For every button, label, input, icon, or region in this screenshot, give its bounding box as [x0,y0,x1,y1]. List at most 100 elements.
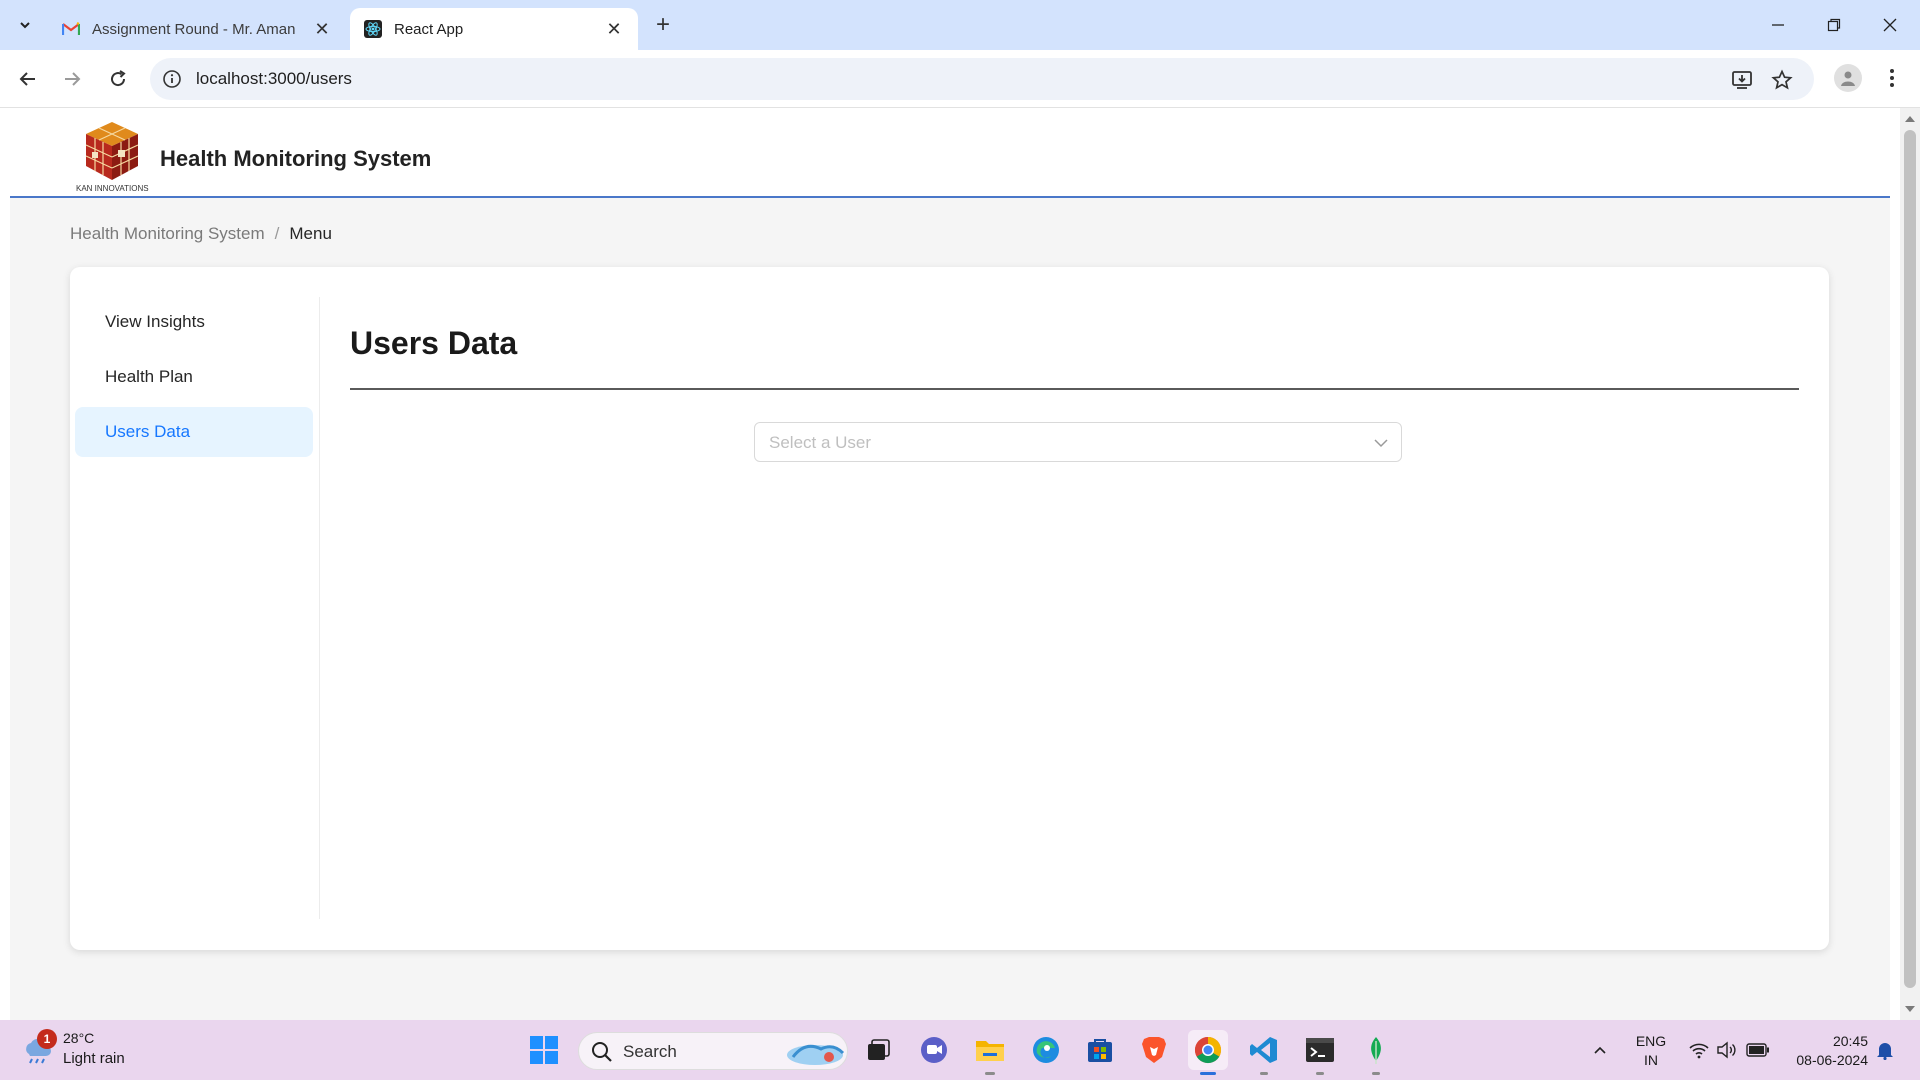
cube-logo-icon [85,122,139,180]
sidebar-item-label: View Insights [105,312,205,331]
breadcrumb-current: Menu [289,224,332,243]
scroll-down-icon[interactable] [1905,1006,1915,1012]
running-indicator [1372,1072,1380,1075]
browser-tab-react-app[interactable]: React App ✕ [350,8,638,50]
tab-search-button[interactable] [12,12,38,38]
main-panel: Users Data Select a User [350,297,1799,919]
volume-icon[interactable] [1714,1020,1740,1080]
wifi-icon[interactable] [1686,1020,1712,1080]
sidebar-menu: View Insights Health Plan Users Data [70,297,320,919]
windows-taskbar: 1 28°C Light rain Search ENG IN 20:45 08… [0,1020,1920,1080]
avatar-icon [1841,71,1855,86]
close-window-button[interactable] [1862,0,1918,50]
running-indicator [1260,1072,1268,1075]
site-info-icon[interactable] [162,69,182,89]
heading-divider [350,388,1799,390]
tab-title: React App [394,20,464,38]
file-explorer-button[interactable] [970,1030,1010,1070]
task-view-icon [868,1039,890,1060]
sidebar-item-health-plan[interactable]: Health Plan [75,352,313,402]
app-title: Health Monitoring System [160,146,432,171]
scrollbar-thumb[interactable] [1904,130,1916,988]
mongodb-compass-button[interactable] [1356,1030,1396,1070]
new-tab-button[interactable]: + [650,11,676,38]
close-icon [1883,18,1897,32]
browser-tab-gmail[interactable]: Assignment Round - Mr. Aman ✕ [48,8,346,50]
search-label: Search [623,1042,677,1061]
sidebar-item-label: Health Plan [105,367,193,386]
search-highlight-art-icon [787,1044,845,1065]
logo-caption: KAN INNOVATIONS [76,184,149,193]
tab-title: Assignment Round - Mr. Aman [92,20,296,38]
language-code: ENG [1635,1033,1667,1049]
page-scrollbar[interactable] [1900,108,1920,1020]
input-language-indicator[interactable]: ENG IN [1628,1032,1674,1070]
edge-button[interactable] [1026,1030,1066,1070]
terminal-icon [1306,1038,1334,1062]
brave-button[interactable] [1134,1030,1174,1070]
install-app-icon[interactable] [1730,68,1754,92]
terminal-button[interactable] [1300,1030,1340,1070]
sidebar-item-label: Users Data [105,422,191,441]
show-hidden-icons-button[interactable] [1588,1020,1612,1080]
running-indicator [1316,1072,1324,1075]
notification-bell-icon[interactable] [1874,1020,1896,1080]
react-icon [364,20,382,38]
page-title: Users Data [350,325,518,361]
forward-button[interactable] [56,63,88,95]
scroll-up-icon[interactable] [1905,116,1915,122]
breadcrumb-separator: / [274,224,280,243]
store-button[interactable] [1080,1030,1120,1070]
close-tab-icon[interactable]: ✕ [604,19,624,39]
vscode-button[interactable] [1244,1030,1284,1070]
minimize-icon [1772,24,1784,26]
address-bar[interactable]: localhost:3000/users [150,58,1814,100]
restore-button[interactable] [1806,0,1862,50]
taskbar-search[interactable]: Search [578,1032,848,1070]
user-select[interactable]: Select a User [754,422,1402,462]
minimize-button[interactable] [1750,0,1806,50]
active-indicator [1200,1072,1216,1075]
windows-start-button[interactable] [524,1030,564,1070]
windows-start-icon [530,1036,558,1064]
weather-condition[interactable]: Light rain [63,1050,125,1067]
search-icon [592,1042,612,1062]
vscode-icon [1250,1037,1277,1063]
chat-button[interactable] [914,1030,954,1070]
edge-icon [1033,1037,1059,1063]
clock-time: 20:45 [1832,1033,1868,1049]
running-indicator [985,1072,995,1075]
arrow-left-icon [19,72,35,86]
reload-button[interactable] [102,63,134,95]
restore-icon [1827,18,1841,32]
back-button[interactable] [12,63,44,95]
chrome-icon [1194,1036,1222,1064]
battery-icon[interactable] [1744,1020,1772,1080]
clock-date: 08-06-2024 [1796,1052,1868,1068]
mongodb-compass-icon [1371,1037,1381,1064]
app-header: KAN INNOVATIONS Health Monitoring System [10,108,1890,198]
close-tab-icon[interactable]: ✕ [312,19,332,39]
profile-avatar[interactable] [1834,64,1862,92]
browser-menu-button[interactable] [1880,64,1904,92]
bookmark-star-icon[interactable] [1770,68,1794,92]
url-text[interactable]: localhost:3000/users [196,69,352,89]
weather-temperature[interactable]: 28°C [63,1030,94,1046]
chat-icon [921,1037,947,1063]
task-view-button[interactable] [858,1030,898,1070]
gmail-icon [62,20,80,38]
chrome-button[interactable] [1188,1030,1228,1070]
file-explorer-icon [976,1041,1004,1061]
brave-icon [1142,1037,1166,1063]
breadcrumb-root[interactable]: Health Monitoring System [70,224,265,243]
breadcrumb: Health Monitoring System / Menu [70,224,332,244]
company-logo: KAN INNOVATIONS [76,120,170,196]
chevron-down-icon [1374,439,1388,448]
plus-icon: + [655,11,670,38]
sidebar-item-view-insights[interactable]: View Insights [75,297,313,347]
chevron-up-icon [1594,1046,1606,1054]
taskbar-clock[interactable]: 20:45 08-06-2024 [1778,1032,1868,1070]
sidebar-item-users-data[interactable]: Users Data [75,407,313,457]
main-card: View Insights Health Plan Users Data Use… [70,267,1829,950]
user-select-placeholder: Select a User [769,433,872,452]
